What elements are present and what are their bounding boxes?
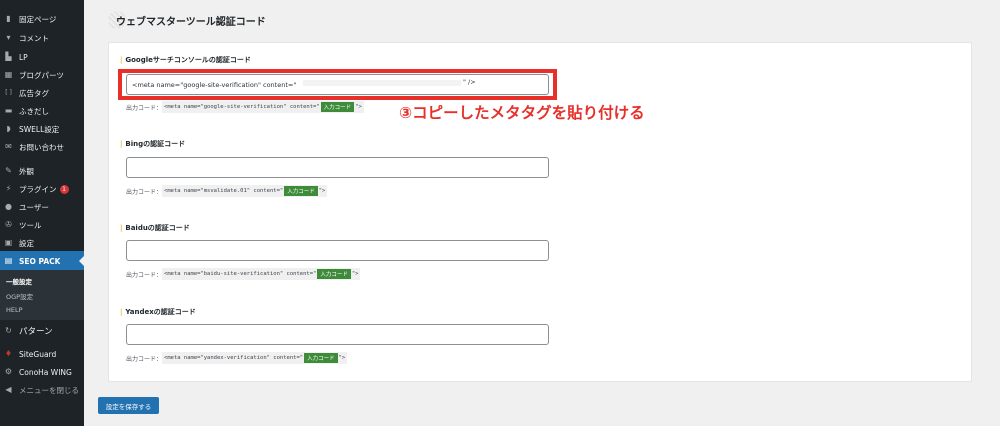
document-icon: ▙ — [5, 52, 12, 61]
sidebar-item-pages[interactable]: ▮ 固定ページ — [0, 9, 84, 29]
baidu-verification-input[interactable] — [126, 240, 549, 261]
gear-icon: ⚙ — [4, 367, 13, 376]
blocks-icon: ▦ — [4, 70, 13, 79]
seo-pack-icon: ▤ — [4, 256, 13, 265]
input-code-badge: 入力コード — [317, 269, 351, 279]
label-marker: | — [120, 140, 123, 148]
siteguard-icon: ♦ — [4, 349, 13, 358]
output-code-snippet: <meta name="baidu-site-verification" con… — [162, 268, 361, 280]
tools-icon: ✇ — [5, 220, 12, 229]
bing-output-code: 出力コード： <meta name="msvalidate.01" conten… — [126, 185, 328, 197]
user-icon: ● — [5, 202, 12, 211]
sidebar-item-ad-tags[interactable]: [ ] 広告タグ — [0, 83, 84, 103]
plugin-icon: ⚡ — [5, 184, 12, 193]
update-count-badge: 1 — [59, 184, 69, 194]
baidu-field-label: | Baiduの認証コード — [120, 224, 190, 232]
output-code-snippet: <meta name="google-site-verification" co… — [162, 101, 364, 113]
input-code-badge: 入力コード — [304, 353, 338, 363]
page-header: ウェブマスターツール認証コード — [108, 10, 266, 30]
sidebar-item-users[interactable]: ● ユーザー — [0, 197, 84, 217]
bing-field-label: | Bingの認証コード — [120, 140, 186, 148]
page-title: ウェブマスターツール認証コード — [116, 16, 266, 28]
save-settings-button[interactable]: 設定を保存する — [98, 397, 159, 414]
submenu-item-general[interactable]: 一般設定 — [6, 276, 32, 286]
sidebar-item-seo-pack[interactable]: ▤ SEO PACK — [0, 251, 84, 271]
ad-tag-icon: [ ] — [5, 89, 12, 96]
yandex-output-code: 出力コード： <meta name="yandex-verification" … — [126, 352, 348, 364]
collapse-menu-button[interactable]: ◀ メニューを閉じる — [0, 380, 84, 400]
pattern-icon: ↻ — [5, 326, 12, 335]
sidebar-item-plugins[interactable]: ⚡ プラグイン 1 — [0, 179, 84, 199]
sidebar-item-tools[interactable]: ✇ ツール — [0, 215, 84, 235]
instruction-annotation: ③コピーしたメタタグを貼り付ける — [399, 104, 645, 122]
sidebar-item-comments[interactable]: ▾ コメント — [0, 28, 84, 48]
page-icon: ▮ — [6, 14, 11, 23]
yandex-verification-input[interactable] — [126, 324, 549, 345]
bing-verification-input[interactable] — [126, 157, 549, 178]
google-output-code: 出力コード： <meta name="google-site-verificat… — [126, 101, 364, 113]
baidu-output-code: 出力コード： <meta name="baidu-site-verificati… — [126, 268, 361, 280]
input-code-badge: 入力コード — [284, 186, 318, 196]
settings-icon: ▣ — [4, 238, 13, 247]
seo-pack-submenu: 一般設定 OGP設定 HELP — [0, 270, 84, 320]
sidebar-item-conoha-wing[interactable]: ⚙ ConoHa WING — [0, 362, 84, 382]
speech-bubble-icon: ▬ — [4, 106, 13, 115]
label-marker: | — [120, 224, 123, 232]
swell-icon: ◗ — [6, 124, 11, 133]
submenu-item-help[interactable]: HELP — [6, 306, 23, 314]
output-code-snippet: <meta name="yandex-verification" content… — [162, 352, 348, 364]
admin-sidebar: ▮ 固定ページ ▾ コメント ▙ LP ▦ ブログパーツ [ ] 広告タグ ▬ … — [0, 0, 84, 426]
sidebar-item-speech-bubble[interactable]: ▬ ふきだし — [0, 101, 84, 121]
submenu-item-ogp[interactable]: OGP設定 — [6, 291, 33, 301]
sidebar-item-siteguard[interactable]: ♦ SiteGuard — [0, 344, 84, 364]
label-marker: | — [120, 308, 123, 316]
sidebar-item-contact[interactable]: ✉ お問い合わせ — [0, 137, 84, 157]
highlight-box — [118, 69, 557, 100]
yandex-field-label: | Yandexの認証コード — [120, 308, 196, 316]
google-field-label: | Googleサーチコンソールの認証コード — [120, 56, 251, 64]
collapse-icon: ◀ — [5, 385, 12, 394]
sidebar-item-settings[interactable]: ▣ 設定 — [0, 233, 84, 253]
output-code-snippet: <meta name="msvalidate.01" content=" 入力コー… — [162, 185, 328, 197]
label-marker: | — [120, 56, 123, 64]
sidebar-item-lp[interactable]: ▙ LP — [0, 47, 84, 67]
sidebar-item-blog-parts[interactable]: ▦ ブログパーツ — [0, 65, 84, 85]
appearance-icon: ✎ — [5, 166, 12, 175]
mail-icon: ✉ — [5, 142, 12, 151]
comment-icon: ▾ — [6, 33, 11, 42]
sidebar-item-patterns[interactable]: ↻ パターン — [0, 321, 84, 341]
sidebar-item-swell-settings[interactable]: ◗ SWELL設定 — [0, 119, 84, 139]
sidebar-item-appearance[interactable]: ✎ 外観 — [0, 161, 84, 181]
input-code-badge: 入力コード — [320, 102, 355, 112]
verification-settings-panel: |Googleサーチコンソールの認証コード " /> 出力コード： <meta … — [108, 42, 972, 382]
